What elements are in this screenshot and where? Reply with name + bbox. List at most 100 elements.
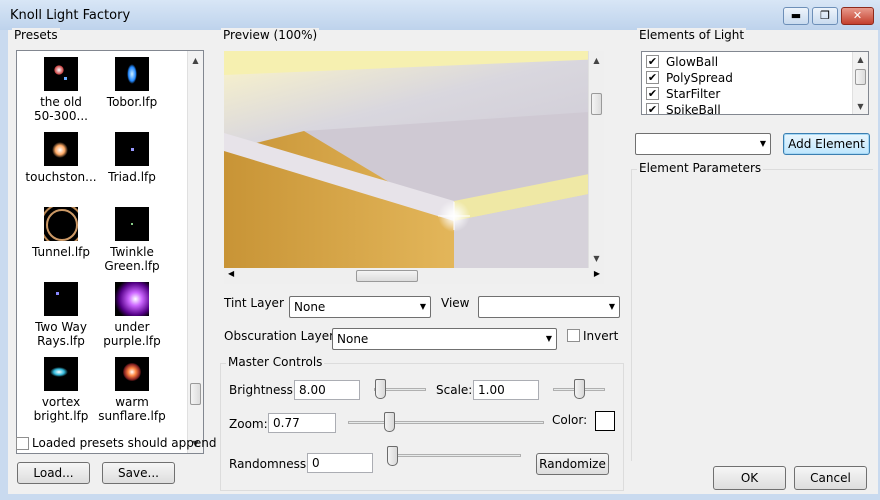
elements-list[interactable]: ✔ GlowBall ✔ PolySpread ✔ StarFilter ✔ SpikeBal…	[641, 51, 869, 115]
tint-layer-value: None	[294, 300, 326, 314]
preview-image[interactable]: ▲ ▼	[224, 51, 604, 268]
element-item[interactable]: ✔ StarFilter	[646, 86, 720, 102]
tint-layer-label: Tint Layer	[224, 296, 284, 310]
preview-vscroll[interactable]: ▲ ▼	[588, 51, 604, 268]
minimize-button[interactable]: ▬	[783, 7, 809, 25]
presets-label: Presets	[12, 28, 60, 42]
chevron-down-icon: ▼	[419, 302, 426, 311]
zoom-label: Zoom:	[229, 417, 268, 431]
preview-label: Preview (100%)	[221, 28, 320, 42]
preset-item[interactable]: under purple.lfp	[93, 282, 171, 348]
preset-label: Tunnel.lfp	[31, 245, 91, 259]
view-select[interactable]: ▼	[478, 296, 620, 318]
element-checkbox[interactable]: ✔	[646, 87, 659, 100]
preset-item[interactable]: vortex bright.lfp	[22, 357, 100, 423]
randomness-input[interactable]: 0	[307, 453, 373, 473]
cancel-button[interactable]: Cancel	[794, 466, 867, 490]
append-label: Loaded presets should append	[32, 436, 217, 450]
presets-scroll-thumb[interactable]	[190, 383, 201, 405]
scroll-right-icon[interactable]: ▶	[594, 269, 600, 278]
element-item[interactable]: ✔ GlowBall	[646, 54, 718, 70]
preset-label: vortex bright.lfp	[33, 395, 89, 423]
element-name: GlowBall	[666, 54, 719, 69]
preset-label: under purple.lfp	[103, 320, 161, 348]
element-checkbox[interactable]: ✔	[646, 55, 659, 68]
tint-layer-select[interactable]: None ▼	[289, 296, 431, 318]
preset-item[interactable]: Two Way Rays.lfp	[22, 282, 100, 348]
append-checkbox[interactable]	[16, 437, 29, 450]
elements-scroll-up-icon[interactable]: ▲	[853, 52, 868, 67]
master-controls-label: Master Controls	[226, 355, 325, 369]
brightness-label: Brightness:	[229, 383, 297, 397]
element-item[interactable]: ✔ PolySpread	[646, 70, 733, 86]
invert-label: Invert	[583, 329, 619, 343]
preset-thumbnail	[115, 357, 149, 391]
randomness-label: Randomness:	[229, 457, 311, 471]
chevron-down-icon: ▼	[545, 334, 552, 343]
obscuration-layer-select[interactable]: None ▼	[332, 328, 557, 350]
preset-thumbnail	[44, 357, 78, 391]
preview-scroll-up-icon[interactable]: ▲	[589, 53, 604, 68]
preset-thumbnail	[44, 207, 78, 241]
scale-input[interactable]: 1.00	[473, 380, 539, 400]
element-name: PolySpread	[666, 70, 733, 85]
presets-list[interactable]: the old 50-300... Tobor.lfp touchston... Tr…	[16, 50, 204, 454]
element-name: StarFilter	[666, 86, 721, 101]
brightness-input[interactable]: 8.00	[294, 380, 360, 400]
preset-item[interactable]: Tunnel.lfp	[22, 207, 100, 259]
preset-thumbnail	[44, 57, 78, 91]
preview-scene	[224, 51, 604, 268]
preset-label: touchston...	[25, 170, 97, 184]
invert-checkbox[interactable]	[567, 329, 580, 342]
close-button[interactable]: ✕	[841, 7, 874, 25]
preview-hscroll[interactable]: ◀ ▶	[224, 268, 604, 284]
elements-scroll-thumb[interactable]	[855, 69, 866, 85]
load-button[interactable]: Load...	[17, 462, 90, 484]
obscuration-layer-value: None	[337, 332, 369, 346]
dialog-window: Knoll Light Factory ▬ ❐ ✕ Presets the ol…	[0, 0, 880, 500]
preview-hscroll-thumb[interactable]	[356, 270, 418, 282]
element-checkbox[interactable]: ✔	[646, 103, 659, 114]
preset-item[interactable]: the old 50-300...	[22, 57, 100, 123]
ok-button[interactable]: OK	[713, 466, 786, 490]
scroll-left-icon[interactable]: ◀	[228, 269, 234, 278]
randomize-button[interactable]: Randomize	[536, 453, 609, 475]
preview-scroll-down-icon[interactable]: ▼	[589, 251, 604, 266]
zoom-slider-track[interactable]	[348, 421, 544, 424]
randomness-slider-thumb[interactable]	[387, 446, 398, 466]
preset-item[interactable]: Triad.lfp	[93, 132, 171, 184]
preset-item[interactable]: touchston...	[22, 132, 100, 184]
presets-scrollbar[interactable]: ▲ ▼	[187, 51, 203, 453]
preset-item[interactable]: Twinkle Green.lfp	[93, 207, 171, 273]
chevron-down-icon: ▼	[608, 302, 615, 311]
elements-scrollbar[interactable]: ▲ ▼	[852, 52, 868, 114]
scroll-up-icon[interactable]: ▲	[188, 53, 203, 68]
preset-thumbnail	[44, 282, 78, 316]
preset-item[interactable]: warm sunflare.lfp	[93, 357, 171, 423]
preview-vscroll-thumb[interactable]	[591, 93, 602, 115]
preset-label: Two Way Rays.lfp	[35, 320, 87, 348]
elements-scroll-down-icon[interactable]: ▼	[853, 99, 868, 114]
add-element-button[interactable]: Add Element	[783, 133, 870, 155]
brightness-slider-thumb[interactable]	[375, 379, 386, 399]
zoom-slider-thumb[interactable]	[384, 412, 395, 432]
randomness-slider-track[interactable]	[387, 454, 521, 457]
element-item[interactable]: ✔ SpikeBall	[646, 102, 721, 115]
color-swatch[interactable]	[595, 411, 615, 431]
element-name: SpikeBall	[666, 102, 721, 115]
element-checkbox[interactable]: ✔	[646, 71, 659, 84]
zoom-input[interactable]: 0.77	[268, 413, 336, 433]
save-button[interactable]: Save...	[102, 462, 175, 484]
preset-item[interactable]: Tobor.lfp	[93, 57, 171, 109]
element-type-select[interactable]: ▼	[635, 133, 771, 155]
dialog-client: Presets the old 50-300... Tobor.lfp touchs…	[8, 28, 878, 494]
preset-thumbnail	[44, 132, 78, 166]
preset-thumbnail	[115, 132, 149, 166]
element-parameters-group	[631, 169, 873, 461]
title-bar[interactable]: Knoll Light Factory ▬ ❐ ✕	[0, 0, 880, 30]
preset-label: Tobor.lfp	[106, 95, 158, 109]
elements-of-light-label: Elements of Light	[637, 28, 747, 42]
obscuration-layer-label: Obscuration Layer	[224, 329, 335, 343]
scale-slider-thumb[interactable]	[574, 379, 585, 399]
maximize-button[interactable]: ❐	[812, 7, 838, 25]
